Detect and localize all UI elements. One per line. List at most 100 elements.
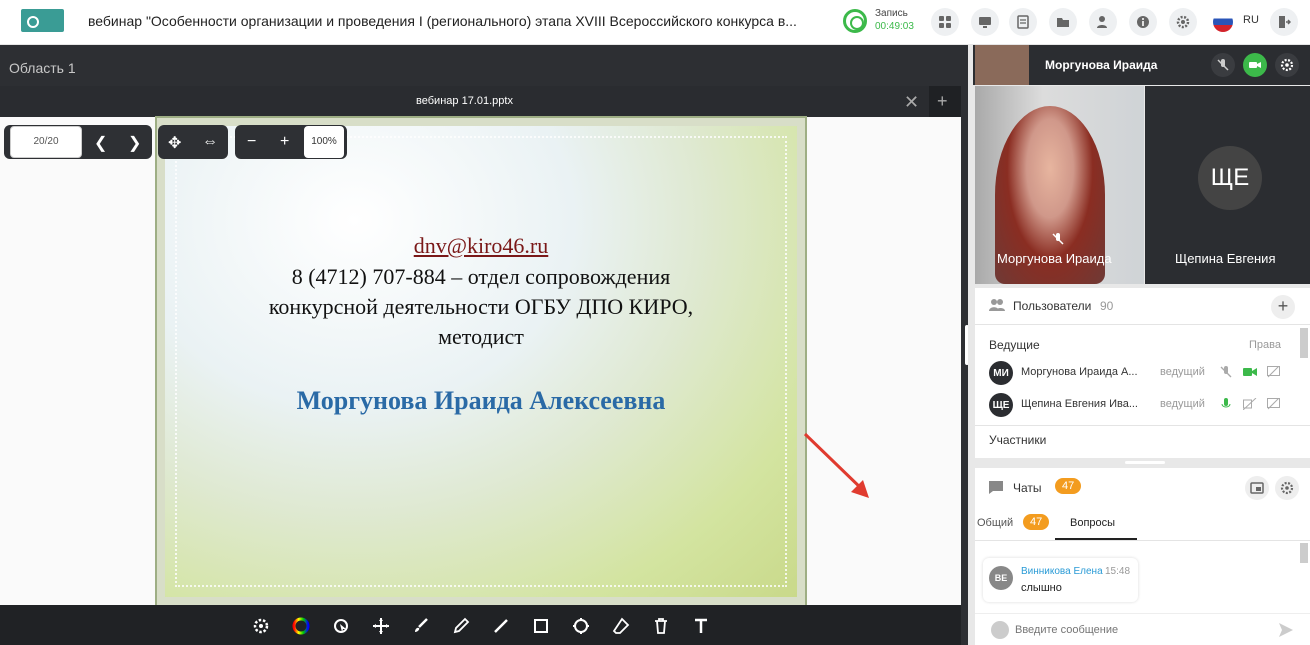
tile2-name: Щепина Евгения <box>1175 251 1276 266</box>
presenter-name: Моргунова Ираида <box>1045 58 1158 72</box>
chat-input-row <box>975 613 1310 645</box>
notes-icon[interactable] <box>1009 8 1037 36</box>
record-timer: 00:49:03 <box>875 21 914 32</box>
exit-icon[interactable] <box>1270 8 1298 36</box>
camera-on-icon[interactable] <box>1243 53 1267 77</box>
text-icon[interactable] <box>690 615 712 637</box>
apps-icon[interactable] <box>931 8 959 36</box>
slide-email[interactable]: dnv@kiro46.ru <box>165 233 797 259</box>
toolbar-settings-icon[interactable] <box>250 615 272 637</box>
send-icon[interactable] <box>1278 622 1294 638</box>
zoom-in-icon[interactable]: + <box>280 133 289 151</box>
users-count: 90 <box>1100 299 1114 313</box>
mic-on-icon[interactable] <box>1220 398 1232 410</box>
chat-scrollbar[interactable] <box>1300 543 1308 563</box>
record-button[interactable] <box>843 9 867 33</box>
next-page-icon[interactable]: ❯ <box>128 133 141 153</box>
move-icon[interactable] <box>370 615 392 637</box>
add-user-button[interactable]: + <box>1271 295 1295 319</box>
fit-width-icon[interactable]: ⇔ <box>202 133 218 151</box>
tab-questions[interactable]: Вопросы <box>1070 517 1115 529</box>
zoom-out-icon[interactable]: − <box>247 133 256 151</box>
brush-icon[interactable] <box>410 615 432 637</box>
logo <box>21 9 64 32</box>
chat-popout-icon[interactable] <box>1245 476 1269 500</box>
panel-splitter[interactable] <box>1125 461 1165 464</box>
record-label: Запись <box>875 8 908 19</box>
zoom-level[interactable]: 100% <box>304 126 344 158</box>
rectangle-icon[interactable] <box>530 615 552 637</box>
video-tile-presenter[interactable]: Моргунова Ираида <box>975 86 1144 284</box>
avatar: ЩЕ <box>989 393 1013 417</box>
camera-on-icon[interactable] <box>1243 367 1257 377</box>
mic-off-icon[interactable] <box>1211 53 1235 77</box>
host-row[interactable]: ЩЕ Щепина Евгения Ива... ведущий <box>975 390 1310 418</box>
settings-icon[interactable] <box>1169 8 1197 36</box>
russian-flag-icon[interactable] <box>1213 12 1233 32</box>
chat-message: ВЕ Винникова Елена 15:48 слышно <box>983 558 1138 602</box>
divider <box>975 324 1310 325</box>
folder-icon[interactable] <box>1049 8 1077 36</box>
message-time: 15:48 <box>1105 566 1131 577</box>
chats-panel: Чаты 47 Общий 47 Вопросы ВЕ Винникова Ел… <box>975 468 1310 645</box>
rights-label: Права <box>1249 339 1281 351</box>
view-controls: ✥ ⇔ <box>158 125 228 159</box>
pan-icon[interactable]: ✥ <box>168 133 181 153</box>
top-bar: вебинар "Особенности организации и прове… <box>0 0 1310 45</box>
tab-general[interactable]: Общий <box>977 517 1013 529</box>
color-picker-icon[interactable] <box>290 615 312 637</box>
language-label[interactable]: RU <box>1243 14 1259 26</box>
slide-line-1: 8 (4712) 707-884 – отдел сопровождения <box>291 264 671 289</box>
emoji-icon[interactable] <box>991 621 1009 639</box>
participants-label: Участники <box>989 433 1047 447</box>
camera-off-icon[interactable] <box>1243 398 1257 410</box>
hosts-label: Ведущие <box>989 338 1040 352</box>
chats-count-badge: 47 <box>1055 478 1082 494</box>
add-tab-icon[interactable]: + <box>937 91 948 112</box>
screen-share-icon[interactable] <box>971 8 999 36</box>
participant-avatar: ЩЕ <box>1198 146 1262 210</box>
slide-line-2: конкурсной деятельности ОГБУ ДПО КИРО, <box>268 294 694 319</box>
mic-muted-icon <box>1052 233 1064 245</box>
host-name: Моргунова Ираида А... <box>1021 366 1138 378</box>
users-title: Пользователи <box>1013 299 1092 313</box>
screen-off-icon[interactable] <box>1267 366 1280 378</box>
chat-icon <box>989 481 1003 494</box>
eraser-icon[interactable] <box>610 615 632 637</box>
line-icon[interactable] <box>490 615 512 637</box>
close-icon[interactable]: ✕ <box>904 92 919 113</box>
ellipse-icon[interactable] <box>570 615 592 637</box>
annotation-arrow-icon <box>803 432 869 498</box>
users-manage-icon[interactable] <box>1089 8 1117 36</box>
webinar-title: вебинар "Особенности организации и прове… <box>88 13 797 29</box>
general-count-badge: 47 <box>1023 514 1050 530</box>
pencil-icon[interactable] <box>450 615 472 637</box>
avatar: МИ <box>989 361 1013 385</box>
host-name: Щепина Евгения Ива... <box>1021 398 1138 410</box>
tile1-name: Моргунова Ираида <box>997 251 1112 266</box>
users-icon <box>989 299 1005 311</box>
presenter-thumbnail <box>975 45 1029 85</box>
info-icon[interactable] <box>1129 8 1157 36</box>
document-tab[interactable]: вебинар 17.01.pptx ✕ <box>0 86 929 117</box>
message-input[interactable] <box>1015 620 1265 640</box>
host-role: ведущий <box>1160 366 1205 378</box>
users-panel: Пользователи 90 + Ведущие Права МИ Моргу… <box>975 288 1310 458</box>
host-role: ведущий <box>1160 398 1205 410</box>
area-label: Область 1 <box>9 60 76 76</box>
mic-off-icon[interactable] <box>1220 366 1232 378</box>
slide-line-3: методист <box>438 324 524 349</box>
chats-title: Чаты <box>1013 481 1042 495</box>
message-author[interactable]: Винникова Елена <box>1021 566 1103 577</box>
video-settings-icon[interactable] <box>1275 53 1299 77</box>
chat-settings-icon[interactable] <box>1275 476 1299 500</box>
slide-person-name: Моргунова Ираида Алексеевна <box>296 386 666 415</box>
host-row[interactable]: МИ Моргунова Ираида А... ведущий <box>975 358 1310 386</box>
screen-off-icon[interactable] <box>1267 398 1280 410</box>
prev-page-icon[interactable]: ❮ <box>94 133 107 153</box>
users-scrollbar[interactable] <box>1300 328 1308 358</box>
trash-icon[interactable] <box>650 615 672 637</box>
pointer-icon[interactable] <box>330 615 352 637</box>
page-indicator-input[interactable]: 20/20 <box>10 126 82 158</box>
drawing-toolbar <box>0 605 961 645</box>
